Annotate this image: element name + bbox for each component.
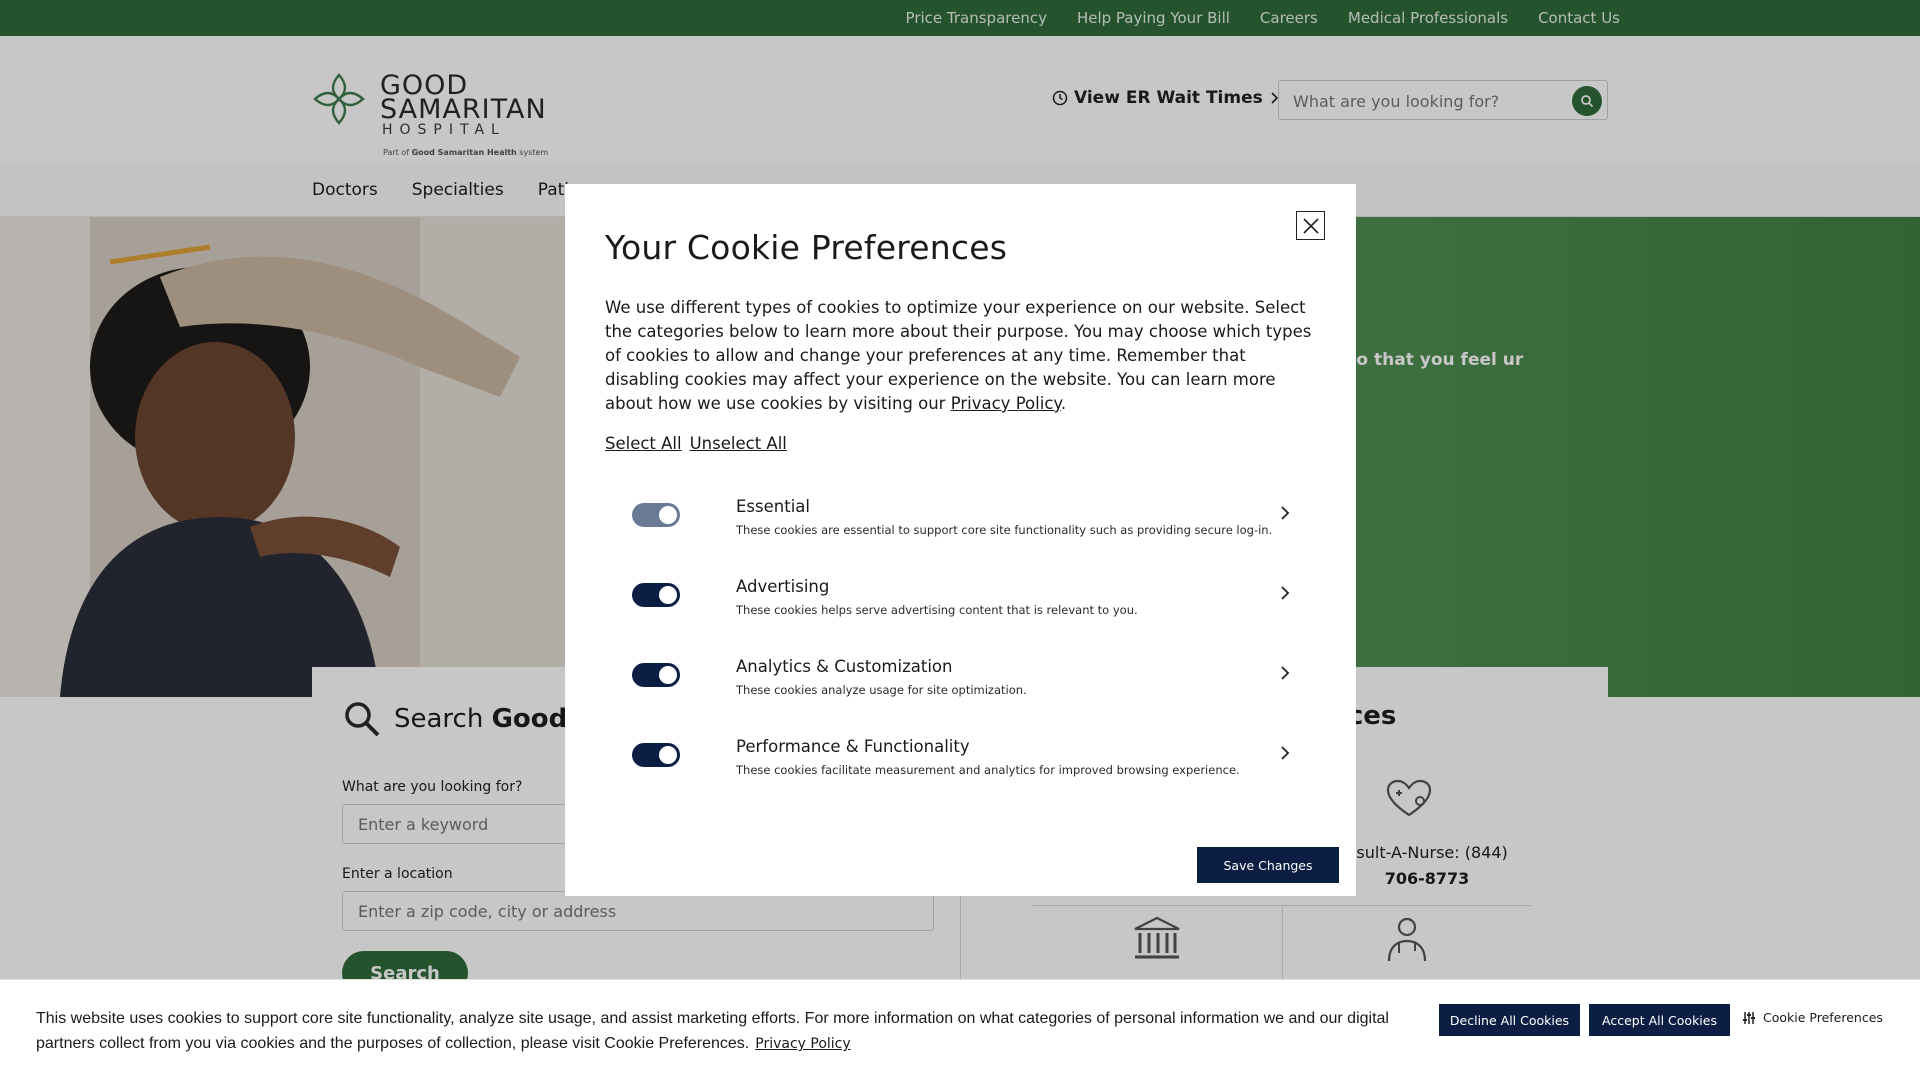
cookie-banner: This website uses cookies to support cor… (0, 979, 1920, 1080)
cookie-category-advertising[interactable]: Advertising These cookies helps serve ad… (632, 577, 1292, 627)
unselect-all-link[interactable]: Unselect All (690, 434, 787, 453)
cookie-category-analytics[interactable]: Analytics & Customization These cookies … (632, 657, 1292, 707)
save-changes-button[interactable]: Save Changes (1197, 847, 1339, 883)
select-links: Select All Unselect All (605, 434, 787, 453)
cookie-banner-text: This website uses cookies to support cor… (36, 1010, 1389, 1052)
advertising-toggle[interactable] (632, 583, 680, 607)
sliders-icon (1743, 1011, 1755, 1024)
cookie-category-description: These cookies analyze usage for site opt… (736, 683, 1027, 697)
cookie-category-name: Analytics & Customization (736, 657, 953, 676)
modal-close-button[interactable] (1296, 211, 1325, 240)
analytics-toggle[interactable] (632, 663, 680, 687)
cookie-category-description: These cookies are essential to support c… (736, 523, 1273, 537)
close-icon (1302, 217, 1319, 234)
essential-toggle (632, 503, 680, 527)
cookie-category-name: Essential (736, 497, 810, 516)
cookie-category-description: These cookies facilitate measurement and… (736, 763, 1240, 777)
decline-all-cookies-button[interactable]: Decline All Cookies (1439, 1004, 1580, 1036)
modal-privacy-policy-link[interactable]: Privacy Policy (951, 394, 1061, 413)
chevron-right-icon[interactable] (1279, 665, 1291, 681)
cookie-preferences-link[interactable]: Cookie Preferences (1742, 1010, 1883, 1025)
cookie-category-description: These cookies helps serve advertising co… (736, 603, 1138, 617)
cookie-category-performance[interactable]: Performance & Functionality These cookie… (632, 737, 1292, 787)
chevron-right-icon[interactable] (1279, 745, 1291, 761)
cookie-preferences-modal: Your Cookie Preferences We use different… (565, 184, 1356, 896)
cookie-preferences-label: Cookie Preferences (1763, 1010, 1883, 1025)
banner-privacy-policy-link[interactable]: Privacy Policy (755, 1036, 850, 1052)
modal-title: Your Cookie Preferences (605, 228, 1008, 267)
modal-intro: We use different types of cookies to opt… (605, 298, 1312, 413)
performance-toggle[interactable] (632, 743, 680, 767)
accept-all-cookies-button[interactable]: Accept All Cookies (1589, 1004, 1730, 1036)
chevron-right-icon[interactable] (1279, 505, 1291, 521)
chevron-right-icon[interactable] (1279, 585, 1291, 601)
select-all-link[interactable]: Select All (605, 434, 682, 453)
cookie-category-essential[interactable]: Essential These cookies are essential to… (632, 497, 1292, 547)
cookie-category-name: Advertising (736, 577, 830, 596)
cookie-category-name: Performance & Functionality (736, 737, 970, 756)
